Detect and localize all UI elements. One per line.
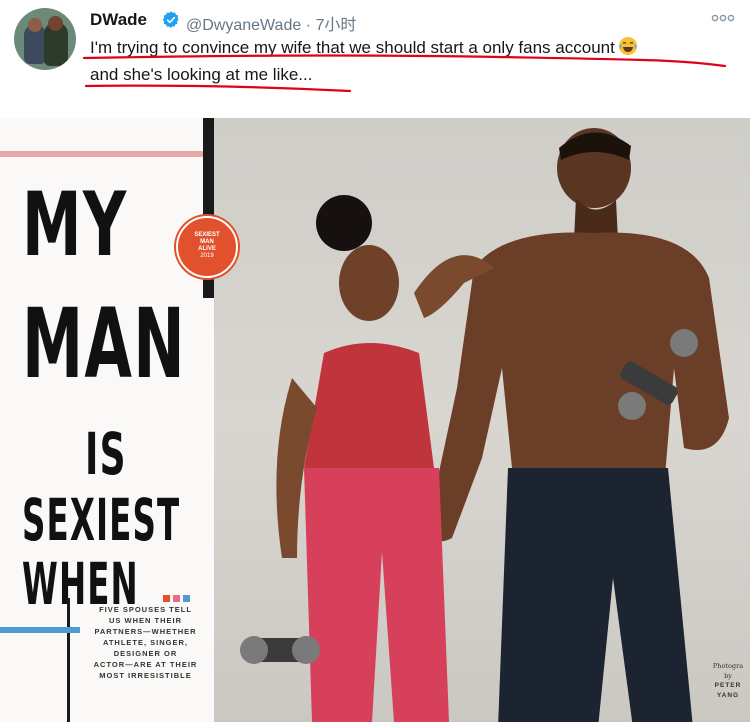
credit-line: Photogra	[712, 662, 744, 670]
badge-line: MAN	[200, 239, 214, 245]
display-name[interactable]: DWade	[90, 10, 147, 30]
tweet-media-image[interactable]: MY MAN IS SEXIEST WHEN FIVE SPOUSES TELL…	[0, 118, 750, 722]
vertical-rule	[67, 598, 70, 722]
teaser-line: PARTNERS—WHETHER	[94, 627, 197, 636]
sexiest-man-alive-badge: SEXIEST MAN ALIVE 2019	[176, 216, 238, 278]
user-handle[interactable]: @DwyaneWade	[186, 17, 301, 34]
verified-badge-icon	[162, 11, 179, 28]
badge-line: 2019	[200, 253, 214, 259]
badge-line: ALIVE	[198, 246, 216, 252]
magazine-text-panel: MY MAN IS SEXIEST WHEN FIVE SPOUSES TELL…	[0, 118, 214, 722]
teaser-text: FIVE SPOUSES TELL US WHEN THEIR PARTNERS…	[88, 604, 203, 681]
couple-photo-illustration	[240, 128, 729, 722]
photo-credit: Photogra by PETER YANG	[706, 661, 750, 701]
teaser-line: MOST IRRESISTIBLE	[99, 671, 192, 680]
teaser-line: ATHLETE, SINGER,	[102, 638, 189, 647]
credit-line: YANG	[716, 692, 740, 699]
headline-line-2: MAN	[22, 288, 186, 400]
teaser-line: US WHEN THEIR	[109, 616, 182, 625]
avatar[interactable]	[14, 8, 76, 70]
separator: ·	[305, 17, 312, 34]
red-underline-annotation	[82, 54, 727, 93]
photo-panel: Photogra by PETER YANG	[214, 118, 750, 722]
credit-line: PETER	[714, 682, 742, 689]
teaser-line: FIVE SPOUSES TELL	[99, 605, 192, 614]
credit-line: by	[724, 672, 732, 680]
more-options-icon[interactable]	[711, 11, 735, 25]
teaser-line: DESIGNER OR	[113, 649, 178, 658]
blue-rule	[0, 627, 80, 633]
badge-line: SEXIEST	[194, 232, 220, 238]
headline-line-3: IS	[85, 420, 127, 488]
teaser-line: ACTOR—ARE AT THEIR	[93, 660, 198, 669]
pink-rule	[0, 151, 214, 157]
handle-and-time[interactable]: @DwyaneWade · 7小时	[186, 11, 356, 35]
tweet: DWade @DwyaneWade · 7小时 I'm trying to co…	[0, 0, 750, 110]
headline-line-4: SEXIEST	[22, 486, 181, 554]
timestamp[interactable]: 7小时	[315, 17, 356, 34]
headline-line-1: MY	[22, 173, 128, 276]
